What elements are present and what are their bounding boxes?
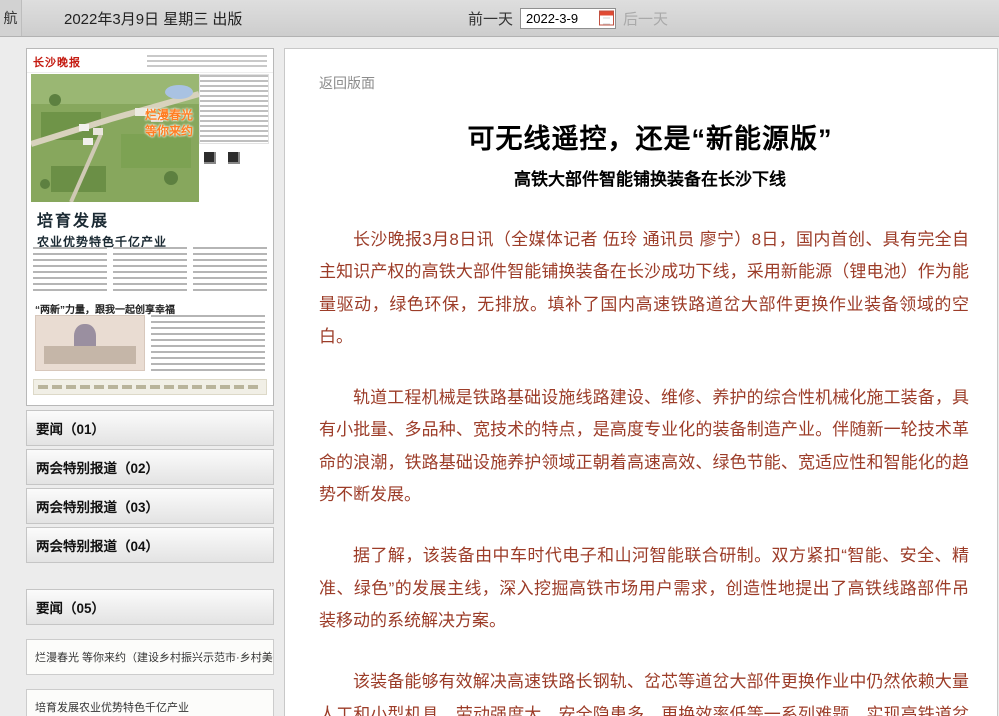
article-paragraph: 该装备能够有效解决高速铁路长钢轨、岔芯等道岔大部件更换作业中仍然依赖大量人工和小…: [319, 666, 981, 716]
sidebar-section-02[interactable]: 两会特别报道（02）: [26, 449, 274, 485]
sidebar-article-link[interactable]: 培育发展农业优势特色千亿产业: [26, 689, 274, 716]
thumbnail-headline: 培育发展 农业优势特色千亿产业: [37, 207, 265, 250]
back-to-page-link[interactable]: 返回版面: [319, 73, 375, 93]
aerial-photo: 烂漫春光 等你来约: [31, 74, 199, 202]
calendar-icon[interactable]: [599, 11, 614, 26]
feature-text-lines: [151, 315, 265, 371]
newspaper-logo: 长沙晚报: [33, 54, 81, 70]
article-paragraph: 据了解，该装备由中车时代电子和山河智能联合研制。双方紧扣“智能、安全、精准、绿色…: [319, 540, 981, 637]
date-input-wrap: [520, 8, 616, 29]
next-day-link[interactable]: 后一天: [623, 8, 668, 29]
article-paragraph: 长沙晚报3月8日讯（全媒体记者 伍玲 通讯员 廖宁）8日，国内首创、具有完全自主…: [319, 224, 981, 353]
masthead-text-lines: [147, 55, 267, 67]
thumbnail-body-text: [33, 247, 267, 295]
article-body: 长沙晚报3月8日讯（全媒体记者 伍玲 通讯员 廖宁）8日，国内首创、具有完全自主…: [319, 224, 981, 716]
article-subtitle: 高铁大部件智能铺换装备在长沙下线: [319, 165, 981, 190]
nav-vertical-tab[interactable]: 航: [0, 0, 22, 36]
sidebar-section-04[interactable]: 两会特别报道（04）: [26, 527, 274, 563]
thumbnail-feature-photo: [35, 315, 145, 371]
index-text-lines: [199, 74, 269, 144]
topbar: 航 2022年3月9日 星期三 出版 前一天 后一天: [0, 0, 999, 37]
sidebar-section-03[interactable]: 两会特别报道（03）: [26, 488, 274, 524]
thumbnail-bottom-banner: [33, 379, 267, 395]
desk-shape: [44, 346, 136, 364]
date-controls: 前一天 后一天: [468, 0, 668, 36]
qr-code: [202, 150, 216, 164]
text-column: [193, 247, 267, 295]
thumbnail-feature-caption: “两新”力量，跟我一起创享幸福: [35, 301, 175, 316]
page-section-list: 要闻（01） 两会特别报道（02） 两会特别报道（03） 两会特别报道（04） …: [26, 410, 274, 716]
prev-day-link[interactable]: 前一天: [468, 8, 513, 29]
banner-text-lines: [38, 385, 262, 389]
front-page-index-column: [199, 74, 269, 202]
article-title: 可无线遥控，还是“新能源版”: [319, 117, 981, 156]
article-paragraph: 轨道工程机械是铁路基础设施线路建设、维修、养护的综合性机械化施工装备，具有小批量…: [319, 382, 981, 511]
sidebar: 长沙晚报 烂漫春光: [26, 48, 274, 716]
sidebar-section-05[interactable]: 要闻（05）: [26, 589, 274, 625]
thumbnail-photo-caption: 烂漫春光 等你来约: [145, 108, 193, 139]
article-panel: 返回版面 可无线遥控，还是“新能源版” 高铁大部件智能铺换装备在长沙下线 长沙晚…: [284, 48, 998, 716]
sidebar-article-link[interactable]: 烂漫春光 等你来约（建设乡村振兴示范市·乡村美景）: [26, 639, 274, 675]
sidebar-section-01[interactable]: 要闻（01）: [26, 410, 274, 446]
nav-tab-label: 航: [4, 8, 18, 28]
text-column: [113, 247, 187, 295]
text-column: [33, 247, 107, 295]
front-page-thumbnail[interactable]: 长沙晚报 烂漫春光: [26, 48, 274, 406]
newspaper-masthead: 长沙晚报: [27, 49, 273, 73]
qr-code: [226, 150, 240, 164]
publication-date: 2022年3月9日 星期三 出版: [64, 8, 242, 29]
